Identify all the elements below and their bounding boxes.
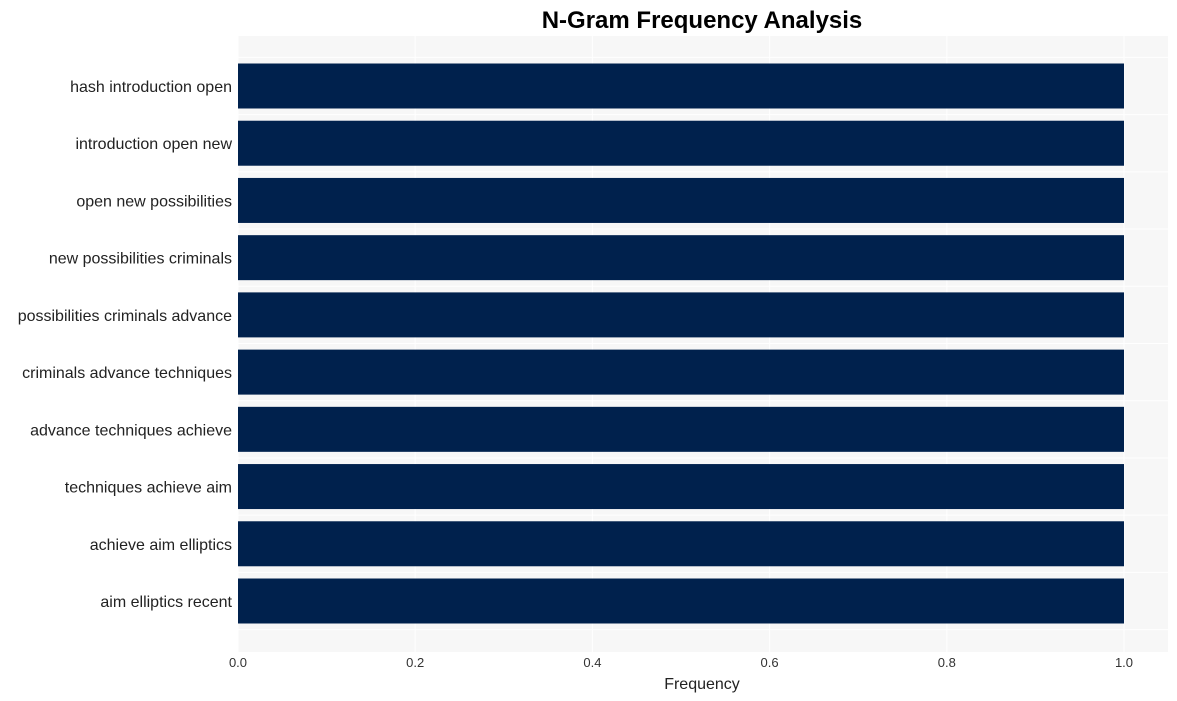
bar — [238, 235, 1124, 281]
y-tick-label: possibilities criminals advance — [18, 308, 232, 325]
y-tick-label: criminals advance techniques — [22, 365, 232, 382]
y-tick-label: achieve aim elliptics — [90, 537, 232, 554]
bar — [238, 578, 1124, 624]
y-tick-label: new possibilities criminals — [49, 251, 232, 268]
x-tick-label: 0.2 — [406, 655, 424, 670]
bar — [238, 63, 1124, 109]
y-tick-label: advance techniques achieve — [30, 422, 232, 439]
x-tick-label: 0.6 — [761, 655, 779, 670]
y-tick-label: introduction open new — [75, 136, 232, 153]
bar — [238, 292, 1124, 338]
bar — [238, 464, 1124, 510]
bar — [238, 521, 1124, 567]
bar — [238, 349, 1124, 395]
chart-title: N-Gram Frequency Analysis — [542, 7, 863, 34]
x-tick-labels: 0.0 0.2 0.4 0.6 0.8 1.0 — [229, 655, 1133, 670]
bar — [238, 120, 1124, 166]
y-tick-label: aim elliptics recent — [100, 594, 232, 611]
bar-chart: hash introduction open introduction open … — [18, 7, 1168, 693]
y-tick-label: open new possibilities — [76, 193, 232, 210]
bar — [238, 406, 1124, 452]
x-tick-label: 0.0 — [229, 655, 247, 670]
bar — [238, 177, 1124, 223]
x-tick-label: 0.8 — [938, 655, 956, 670]
y-tick-label: techniques achieve aim — [65, 480, 232, 497]
y-tick-labels: hash introduction open introduction open … — [18, 79, 233, 611]
x-axis-label: Frequency — [664, 676, 740, 693]
x-tick-label: 1.0 — [1115, 655, 1133, 670]
x-tick-label: 0.4 — [583, 655, 601, 670]
y-tick-label: hash introduction open — [70, 79, 232, 96]
